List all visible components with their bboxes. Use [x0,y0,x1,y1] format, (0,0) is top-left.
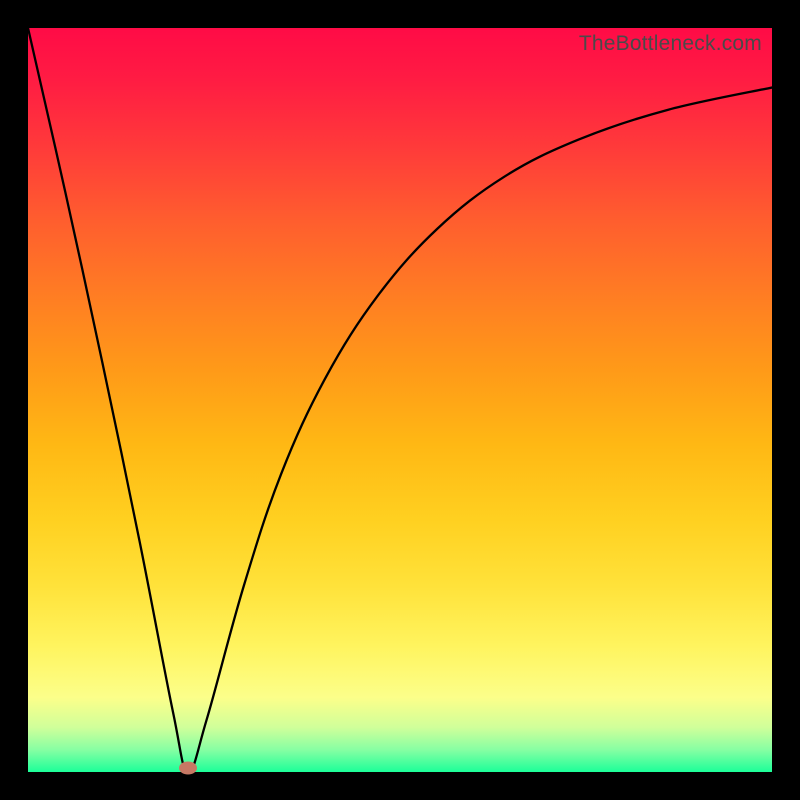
minimum-marker-icon [179,762,197,775]
chart-plot-area: TheBottleneck.com [28,28,772,772]
bottleneck-curve [28,28,772,772]
